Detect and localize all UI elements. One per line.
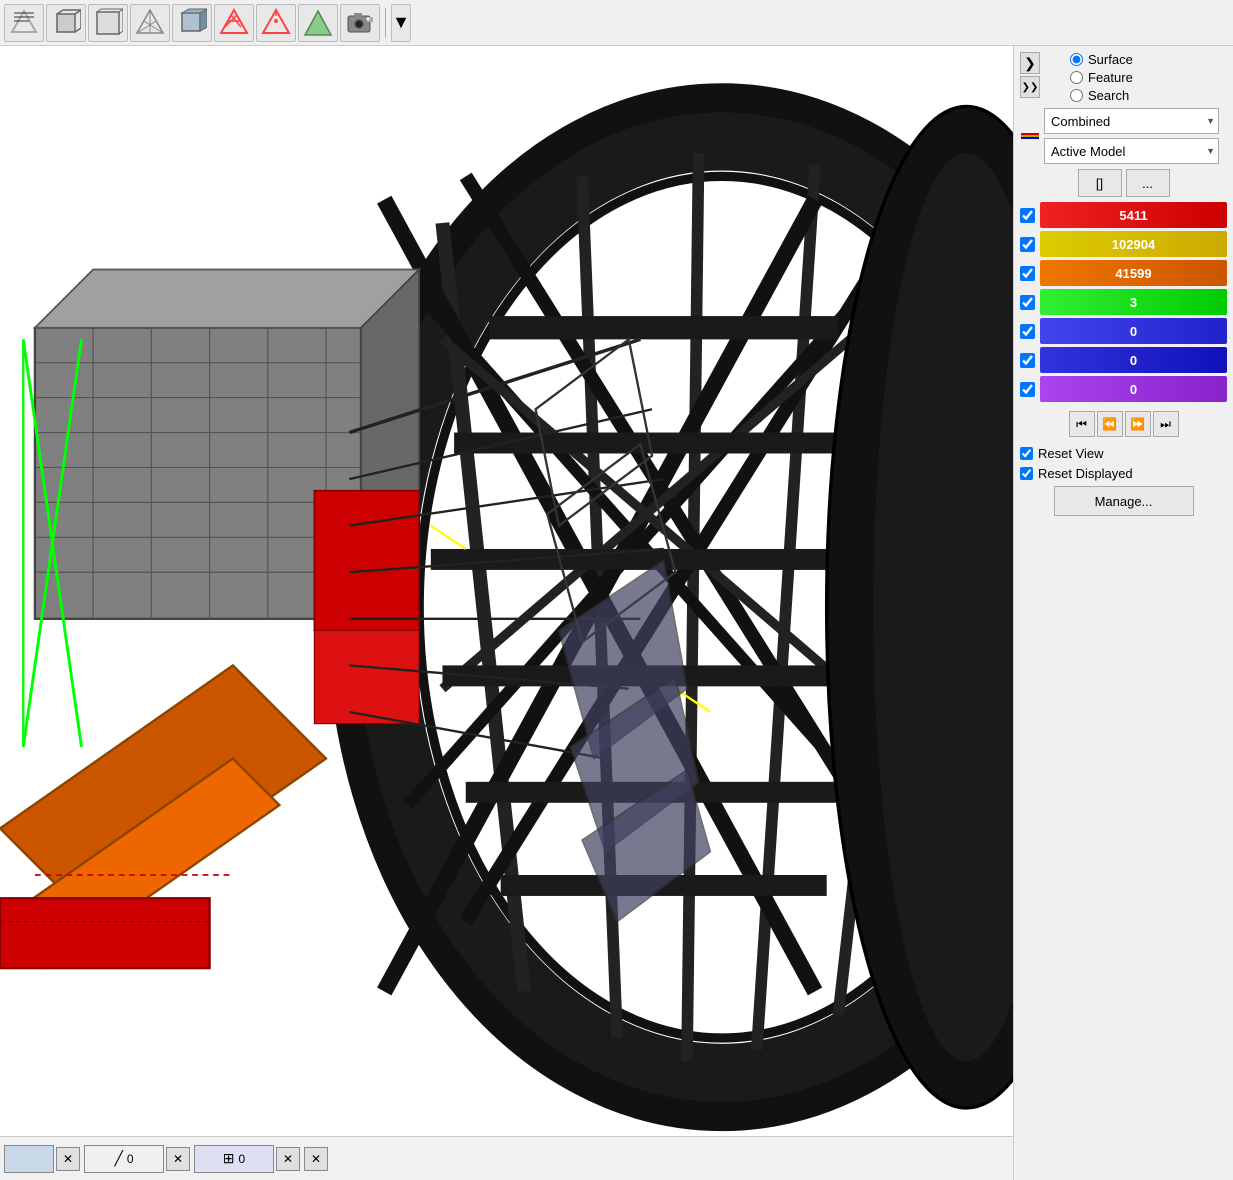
color-check-6[interactable] — [1020, 382, 1035, 397]
manage-button[interactable]: Manage... — [1054, 486, 1194, 516]
model-dropdown[interactable]: Active Model All Models Selected — [1044, 138, 1219, 164]
collapse-btn-1[interactable]: ❯ — [1020, 52, 1040, 74]
bottom-close-btn-2[interactable]: ✕ — [166, 1147, 190, 1171]
playback-last[interactable]: ⏭ — [1153, 411, 1179, 437]
color-entry-6: 0 — [1020, 376, 1227, 402]
color-bar-4: 0 — [1040, 318, 1227, 344]
reset-view-row: Reset View — [1020, 446, 1227, 461]
color-check-5[interactable] — [1020, 353, 1035, 368]
bottom-field-3: ⊞ 0 ✕ — [194, 1145, 300, 1173]
toolbar-btn-explode[interactable] — [256, 4, 296, 42]
bottom-input-box-1[interactable] — [4, 1145, 54, 1173]
bottom-close-btn-3[interactable]: ✕ — [276, 1147, 300, 1171]
reset-displayed-row: Reset Displayed — [1020, 466, 1227, 481]
top-section: ❯ ❯❯ Surface Feature Search — [1020, 52, 1227, 103]
toolbar-btn-solid-cube[interactable] — [172, 4, 212, 42]
radio-feature-row[interactable]: Feature — [1070, 70, 1133, 85]
bottom-bar: ✕ ╱ 0 ✕ ⊞ 0 ✕ — [0, 1136, 1013, 1180]
line-icon: ╱ — [114, 1150, 122, 1167]
reset-view-checkbox[interactable] — [1020, 447, 1033, 460]
color-list: 5411 102904 41599 3 0 — [1020, 202, 1227, 402]
radio-feature[interactable] — [1070, 71, 1083, 84]
viewport[interactable]: ✕ ╱ 0 ✕ ⊞ 0 ✕ — [0, 46, 1013, 1180]
color-entry-0: 5411 — [1020, 202, 1227, 228]
field3-value: 0 — [239, 1152, 246, 1166]
bottom-close-btn-1[interactable]: ✕ — [56, 1147, 80, 1171]
bottom-input-field-2[interactable]: ╱ 0 — [84, 1145, 164, 1173]
reset-displayed-label: Reset Displayed — [1038, 466, 1133, 481]
color-check-3[interactable] — [1020, 295, 1035, 310]
color-entry-2: 41599 — [1020, 260, 1227, 286]
bottom-close-btn-4[interactable]: ✕ — [304, 1147, 328, 1171]
color-check-4[interactable] — [1020, 324, 1035, 339]
grid-icon: ⊞ — [223, 1150, 235, 1167]
radio-search-label: Search — [1088, 88, 1129, 103]
toolbar-btn-cube[interactable] — [46, 4, 86, 42]
stacked-icons — [1020, 129, 1040, 143]
collapse-btn-2[interactable]: ❯❯ — [1020, 76, 1040, 98]
radio-surface[interactable] — [1070, 53, 1083, 66]
radio-group: Surface Feature Search — [1070, 52, 1133, 103]
color-check-0[interactable] — [1020, 208, 1035, 223]
color-bar-6: 0 — [1040, 376, 1227, 402]
main-container: ▼ — [0, 0, 1233, 1180]
right-panel: ❯ ❯❯ Surface Feature Search — [1013, 46, 1233, 1180]
model-dropdown-wrapper: Active Model All Models Selected — [1044, 138, 1219, 164]
reset-view-label: Reset View — [1038, 446, 1104, 461]
bottom-input-field-3[interactable]: ⊞ 0 — [194, 1145, 274, 1173]
color-bar-5: 0 — [1040, 347, 1227, 373]
color-entry-3: 3 — [1020, 289, 1227, 315]
color-bar-1: 102904 — [1040, 231, 1227, 257]
combined-dropdown[interactable]: Combined Single Multiple — [1044, 108, 1219, 134]
bracket-btn[interactable]: [] — [1078, 169, 1122, 197]
reset-displayed-checkbox[interactable] — [1020, 467, 1033, 480]
dots-btn[interactable]: ... — [1126, 169, 1170, 197]
content-area: ✕ ╱ 0 ✕ ⊞ 0 ✕ — [0, 46, 1233, 1180]
radio-search-row[interactable]: Search — [1070, 88, 1133, 103]
playback-controls: ⏮ ⏪ ⏩ ⏭ — [1020, 411, 1227, 437]
playback-prev[interactable]: ⏪ — [1097, 411, 1123, 437]
btn-row: [] ... — [1020, 169, 1227, 197]
color-entry-5: 0 — [1020, 347, 1227, 373]
color-check-1[interactable] — [1020, 237, 1035, 252]
color-check-2[interactable] — [1020, 266, 1035, 281]
color-entry-4: 0 — [1020, 318, 1227, 344]
color-bar-0: 5411 — [1040, 202, 1227, 228]
radio-feature-label: Feature — [1088, 70, 1133, 85]
toolbar-btn-view[interactable] — [88, 4, 128, 42]
dropdown-section: Combined Single Multiple Active Model Al… — [1020, 108, 1227, 164]
dropdowns-wrapper: Combined Single Multiple Active Model Al… — [1044, 108, 1219, 164]
field2-value: 0 — [127, 1152, 134, 1166]
bottom-field-4: ✕ — [304, 1147, 328, 1171]
color-bar-2: 41599 — [1040, 260, 1227, 286]
playback-first[interactable]: ⏮ — [1069, 411, 1095, 437]
toolbar-btn-wireframe[interactable] — [130, 4, 170, 42]
toolbar-dropdown-arrow[interactable]: ▼ — [391, 4, 411, 42]
combined-dropdown-wrapper: Combined Single Multiple — [1044, 108, 1219, 134]
playback-next[interactable]: ⏩ — [1125, 411, 1151, 437]
radio-surface-row[interactable]: Surface — [1070, 52, 1133, 67]
bottom-field-2: ╱ 0 ✕ — [84, 1145, 190, 1173]
color-bar-3: 3 — [1040, 289, 1227, 315]
bottom-field-1: ✕ — [4, 1145, 80, 1173]
collapse-arrows: ❯ ❯❯ — [1020, 52, 1040, 98]
stack-icon-1[interactable] — [1020, 129, 1040, 143]
color-entry-1: 102904 — [1020, 231, 1227, 257]
toolbar-separator — [385, 8, 386, 38]
toolbar: ▼ — [0, 0, 1233, 46]
toolbar-btn-mesh[interactable] — [214, 4, 254, 42]
toolbar-btn-rotate[interactable] — [4, 4, 44, 42]
radio-surface-label: Surface — [1088, 52, 1133, 67]
scene-svg — [0, 46, 1013, 1180]
toolbar-btn-camera[interactable] — [340, 4, 380, 42]
toolbar-btn-triangle[interactable] — [298, 4, 338, 42]
radio-search[interactable] — [1070, 89, 1083, 102]
